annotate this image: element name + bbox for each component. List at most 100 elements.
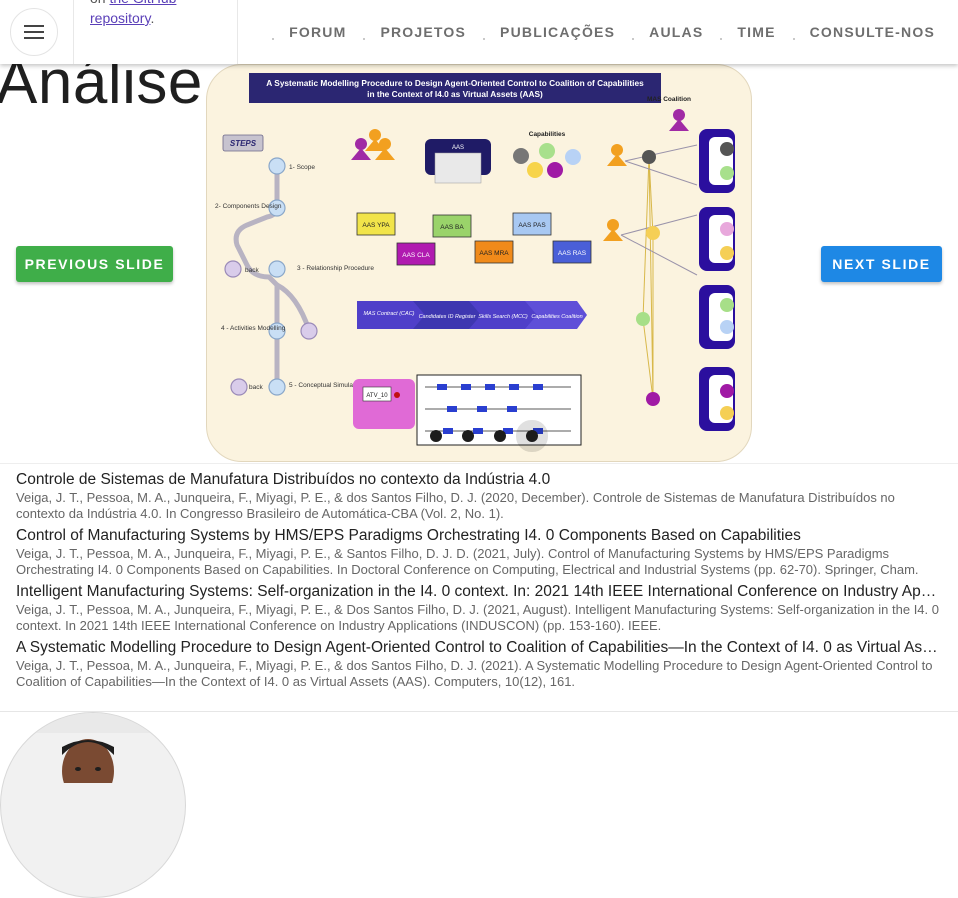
capability-dot: [565, 149, 581, 165]
svg-text:AAS RAS: AAS RAS: [558, 250, 587, 257]
aas-box-ba: AAS BA: [432, 214, 472, 238]
carousel-dot-2[interactable]: [462, 430, 474, 442]
coalition-lines: [620, 144, 698, 400]
ai-agent: [607, 144, 627, 166]
capabilities-label: Capabilities: [529, 131, 566, 138]
coalition-node: [646, 226, 660, 240]
steps-label: STEPS: [230, 139, 257, 148]
divider: [0, 711, 958, 712]
publication-item: Intelligent Manufacturing Systems: Self-…: [16, 582, 942, 634]
next-slide-button[interactable]: NEXT SLIDE: [821, 246, 942, 282]
publication-citation: Veiga, J. T., Pessoa, M. A., Junqueira, …: [16, 490, 895, 521]
step-label: 1- Scope: [289, 164, 315, 171]
machine-photos: [434, 152, 482, 184]
atv-box: [353, 379, 415, 429]
slide-title-line1: A Systematic Modelling Procedure to Desi…: [266, 78, 644, 88]
capability-dot: [539, 143, 555, 159]
pipeline-skills-search: Skills Search (MCC): [469, 301, 539, 329]
nav-projetos[interactable]: PROJETOS: [363, 24, 483, 40]
step-label: 3 - Relationship Procedure: [297, 265, 374, 272]
mas-coalition-label: MAS Coalition: [647, 96, 691, 103]
repo-note-suffix: .: [150, 10, 155, 26]
nav-time[interactable]: TIME: [720, 24, 792, 40]
capability-dot: [527, 162, 543, 178]
step-label: 5 - Conceptual Simulation: [289, 382, 364, 389]
aas-box-ypa: AAS YPA: [356, 212, 396, 236]
ai-agents-group: [351, 129, 395, 160]
publication-item: A Systematic Modelling Procedure to Desi…: [16, 638, 942, 690]
publication-citation: Veiga, J. T., Pessoa, M. A., Junqueira, …: [16, 546, 919, 577]
carousel-indicators: [420, 430, 548, 442]
coalition-node: [642, 150, 656, 164]
pipeline-mas-contract: MAS Contract (CAC): [357, 301, 427, 329]
svg-text:AAS MRA: AAS MRA: [479, 250, 509, 257]
svg-text:Candidates ID Register: Candidates ID Register: [419, 314, 477, 320]
svg-text:AAS CLA: AAS CLA: [402, 252, 430, 259]
svg-text:Skills Search (MCC): Skills Search (MCC): [478, 314, 528, 320]
carousel-dot-3[interactable]: [494, 430, 506, 442]
capability-dot: [547, 162, 563, 178]
aas-box-mra: AAS MRA: [474, 240, 514, 264]
nav-forum[interactable]: FORUM: [272, 24, 363, 40]
step-node: [230, 378, 248, 396]
aas-device-3: [699, 285, 735, 349]
aas-device-2: [699, 207, 735, 271]
step-node: [268, 260, 286, 278]
steps-path: [233, 165, 280, 395]
svg-text:AAS PAS: AAS PAS: [518, 222, 546, 229]
step-label: 4 - Activities Modelling: [221, 325, 286, 332]
ai-agent-coalition: [669, 109, 689, 131]
nav-consulte-nos[interactable]: CONSULTE-NOS: [792, 24, 952, 40]
aas-box-pas: AAS PAS: [512, 212, 552, 236]
slide-diagram: A Systematic Modelling Procedure to Desi…: [215, 73, 735, 446]
coalition-node: [636, 312, 650, 326]
step-node: [300, 322, 318, 340]
step-node: [268, 378, 286, 396]
svg-text:Capabilities Coalition: Capabilities Coalition: [531, 314, 582, 320]
divider: [73, 0, 74, 64]
step-label: back: [245, 267, 259, 274]
publications-list: Controle de Sistemas de Manufatura Distr…: [16, 470, 942, 694]
step-label: back: [249, 384, 263, 391]
ai-agent: [603, 219, 623, 241]
previous-slide-button[interactable]: PREVIOUS SLIDE: [16, 246, 173, 282]
repo-note-prefix: on: [90, 0, 106, 6]
carousel-dot-1[interactable]: [430, 430, 442, 442]
publication-title[interactable]: A Systematic Modelling Procedure to Desi…: [16, 638, 942, 658]
pipeline-capabilities-coalition: Capabilities Coalition: [525, 301, 587, 329]
svg-text:AAS BA: AAS BA: [440, 224, 464, 231]
step-label: 2- Components Design: [215, 203, 282, 210]
aas-box-ras: AAS RAS: [552, 240, 592, 264]
top-navigation-bar: on the GitHub repository. FORUM PROJETOS…: [0, 0, 958, 64]
divider: [237, 0, 238, 64]
publication-title[interactable]: Intelligent Manufacturing Systems: Self-…: [16, 582, 942, 602]
main-navigation: FORUM PROJETOS PUBLICAÇÕES AULAS TIME CO…: [272, 0, 952, 64]
aas-monitor-label: AAS: [452, 145, 464, 151]
publication-item: Controle de Sistemas de Manufatura Distr…: [16, 470, 942, 522]
aas-device-1: [699, 129, 735, 193]
nav-aulas[interactable]: AULAS: [632, 24, 720, 40]
divider: [0, 463, 958, 464]
carousel-slide: A Systematic Modelling Procedure to Desi…: [206, 64, 752, 462]
svg-text:MAS Contract (CAC): MAS Contract (CAC): [363, 311, 414, 317]
publication-title[interactable]: Controle de Sistemas de Manufatura Distr…: [16, 470, 942, 490]
repository-note: on the GitHub repository.: [90, 0, 230, 28]
publication-citation: Veiga, J. T., Pessoa, M. A., Junqueira, …: [16, 658, 933, 689]
atv-label: ATV_10: [366, 393, 388, 399]
menu-icon: [24, 25, 44, 39]
carousel-dot-4[interactable]: [526, 430, 538, 442]
nav-publicacoes[interactable]: PUBLICAÇÕES: [483, 24, 632, 40]
coalition-node: [646, 392, 660, 406]
publication-citation: Veiga, J. T., Pessoa, M. A., Junqueira, …: [16, 602, 939, 633]
svg-text:AAS YPA: AAS YPA: [362, 222, 390, 229]
step-node: [268, 157, 286, 175]
menu-button[interactable]: [10, 8, 58, 56]
pipeline-candidates-id: Candidates ID Register: [413, 301, 483, 329]
aas-box-cla: AAS CLA: [396, 242, 436, 266]
publication-item: Control of Manufacturing Systems by HMS/…: [16, 526, 942, 578]
publication-title[interactable]: Control of Manufacturing Systems by HMS/…: [16, 526, 942, 546]
person-photo: [1, 713, 185, 783]
aas-device-4: [699, 367, 735, 431]
capability-dot: [513, 148, 529, 164]
slide-title-line2: in the Context of I4.0 as Virtual Assets…: [367, 89, 543, 99]
